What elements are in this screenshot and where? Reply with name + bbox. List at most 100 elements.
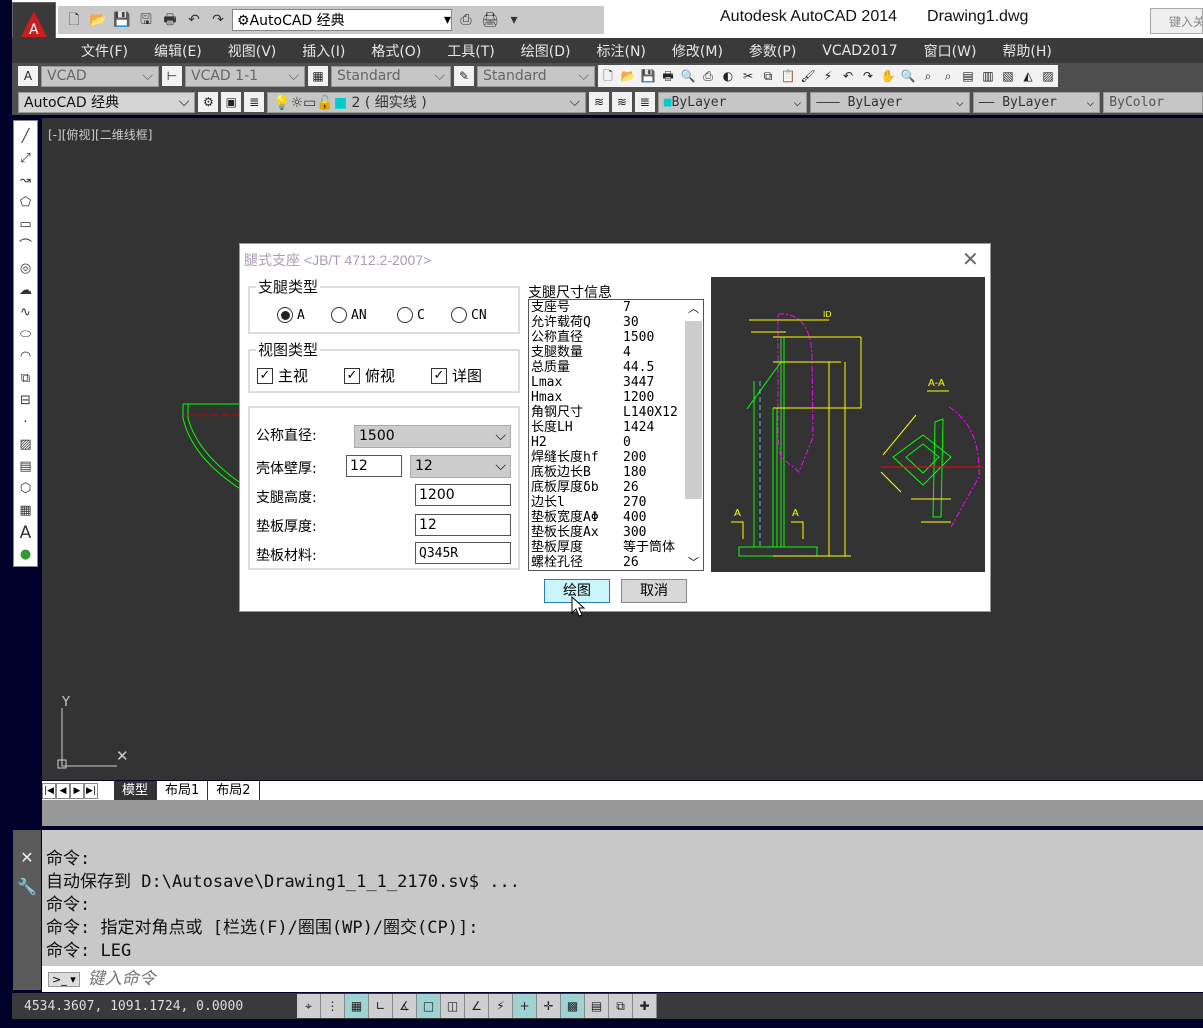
region-icon[interactable]: ⬡ [20, 479, 31, 499]
cut-icon[interactable]: ✂ [738, 66, 758, 86]
snap-mode-icon[interactable]: ⋮ [321, 994, 345, 1018]
checkbox-front-view[interactable]: ✓ 主视 [257, 365, 308, 386]
design-center-icon[interactable]: ▥ [978, 66, 998, 86]
table-style-dropdown[interactable]: Standard ⌵ [331, 65, 451, 87]
new-icon[interactable]: 🗋 [64, 11, 84, 29]
3d-object-snap-icon[interactable]: ◫ [441, 994, 465, 1018]
cancel-button[interactable]: 取消 [621, 579, 687, 603]
polyline-icon[interactable]: ↝ [20, 171, 31, 191]
ortho-mode-icon[interactable]: ∟ [369, 994, 393, 1018]
make-current-layer-icon[interactable]: ≋ [589, 92, 609, 112]
line-icon[interactable]: ╱ [22, 127, 30, 147]
new-icon[interactable]: 🗋 [598, 66, 618, 86]
paste-icon[interactable]: 📋 [778, 66, 798, 86]
menu-edit[interactable]: 编辑(E) [141, 41, 215, 61]
workspace-settings-icon[interactable]: ⚙ [198, 92, 219, 112]
radio-leg-c[interactable]: C [397, 307, 425, 323]
polygon-icon[interactable]: ⬠ [20, 193, 31, 213]
markup-icon[interactable]: ▨ [1038, 66, 1058, 86]
layer-dropdown[interactable]: 💡☼▭🔓■ 2 ( 细实线 ) ⌵ [267, 91, 587, 113]
ellipse-arc-icon[interactable]: ◠ [20, 347, 31, 367]
zoom-previous-icon[interactable]: ⌕ [938, 66, 958, 86]
mleader-style-dropdown[interactable]: Standard ⌵ [477, 65, 595, 87]
menu-view[interactable]: 视图(V) [215, 41, 290, 61]
save-icon[interactable]: 💾 [638, 66, 658, 86]
radio-leg-an[interactable]: AN [331, 307, 367, 323]
table-icon[interactable]: ▦ [19, 501, 31, 521]
layer-icon[interactable]: ≣ [634, 92, 655, 112]
menu-dimension[interactable]: 标注(N) [584, 41, 659, 61]
horizontal-scrollbar[interactable] [42, 800, 1203, 826]
scroll-down-icon[interactable]: ﹀ [684, 554, 703, 570]
layer-previous-icon[interactable]: ≋ [611, 92, 632, 112]
tab-model[interactable]: 模型 [114, 781, 158, 800]
customize-wrench-icon[interactable]: 🔧 [13, 877, 41, 896]
quick-properties-icon[interactable]: ▤ [585, 994, 609, 1018]
polar-tracking-icon[interactable]: ∡ [393, 994, 417, 1018]
plotstyle-dropdown[interactable]: ByColor [1103, 91, 1203, 113]
menu-tools[interactable]: 工具(T) [434, 41, 507, 61]
shell-thickness-input[interactable] [346, 455, 402, 477]
coordinates-readout[interactable]: 4534.3607, 1091.1724, 0.0000 [12, 998, 297, 1014]
plot-icon[interactable]: ⎙ [456, 11, 476, 29]
undo-icon[interactable]: ↶ [838, 66, 858, 86]
radio-leg-a[interactable]: A [277, 307, 305, 323]
tool-palettes-icon[interactable]: ▧ [998, 66, 1018, 86]
dynamic-ucs-icon[interactable]: ⚡ [489, 994, 513, 1018]
ellipse-icon[interactable]: ⬭ [20, 325, 31, 345]
scroll-up-icon[interactable]: ︿ [684, 300, 703, 316]
infer-constraints-icon[interactable]: ⌖ [297, 994, 321, 1018]
first-tab-icon[interactable]: |◀ [42, 782, 56, 799]
menu-format[interactable]: 格式(O) [358, 41, 434, 61]
rectangle-icon[interactable]: ▭ [19, 215, 31, 235]
dynamic-input-icon[interactable]: + [513, 994, 537, 1018]
circle-icon[interactable]: ◎ [20, 259, 31, 279]
menu-draw[interactable]: 绘图(D) [508, 41, 584, 61]
command-input[interactable] [87, 969, 688, 989]
properties-icon[interactable]: ▤ [958, 66, 978, 86]
menu-insert[interactable]: 插入(I) [289, 41, 358, 61]
make-block-icon[interactable]: ⊟ [20, 391, 31, 411]
zoom-window-icon[interactable]: ⌕ [918, 66, 938, 86]
open-icon[interactable]: 📂 [618, 66, 638, 86]
hatch-icon[interactable]: ▨ [19, 435, 31, 455]
zoom-realtime-icon[interactable]: 🔍 [898, 66, 918, 86]
search-input[interactable]: 键入关 [1150, 8, 1203, 34]
transparency-icon[interactable]: ▩ [561, 994, 585, 1018]
layer-manager-icon[interactable]: ≣ [244, 92, 265, 112]
annotation-monitor-icon[interactable]: ✚ [633, 994, 657, 1018]
plot-preview-icon[interactable]: 🔍 [678, 66, 698, 86]
menu-help[interactable]: 帮助(H) [989, 41, 1064, 61]
grid-display-icon[interactable]: ▦ [345, 994, 369, 1018]
object-snap-tracking-icon[interactable]: ∠ [465, 994, 489, 1018]
menu-file[interactable]: 文件(F) [68, 41, 141, 61]
publish-icon[interactable]: ⎙ [698, 66, 718, 86]
checkbox-detail-view[interactable]: ✓ 详图 [431, 365, 482, 386]
arc-icon[interactable]: ⌒ [19, 237, 32, 257]
lock-ui-icon[interactable]: ▣ [221, 92, 242, 112]
linetype-dropdown[interactable]: ——— ByLayer ⌵ [810, 91, 970, 113]
info-list[interactable]: 支座号 7 允许载荷Q 30 公称直径 1500 支腿数量 4 总质量 44.5 Lmax 3447 H… [528, 299, 704, 571]
menu-parametric[interactable]: 参数(P) [736, 41, 809, 61]
workspace-dropdown-2[interactable]: AutoCAD 经典 ⌵ [18, 91, 196, 113]
block-editor-icon[interactable]: ⚡ [818, 66, 838, 86]
checkbox-top-view[interactable]: ✓ 俯视 [344, 365, 395, 386]
undo-icon[interactable]: ↶ [184, 11, 204, 29]
tab-layout2[interactable]: 布局2 [208, 781, 260, 800]
copy-icon[interactable]: ⧉ [758, 66, 778, 86]
pad-material-input[interactable] [415, 542, 511, 564]
radio-leg-cn[interactable]: CN [451, 307, 487, 323]
spline-icon[interactable]: ∿ [20, 303, 31, 323]
close-icon[interactable]: ✕ [962, 247, 979, 271]
selection-cycling-icon[interactable]: ⧉ [609, 994, 633, 1018]
shell-thickness-dropdown[interactable]: 12 ⌵ [410, 455, 511, 478]
customize-qat-icon[interactable]: ▾ [504, 11, 524, 29]
gradient-icon[interactable]: ▤ [19, 457, 31, 477]
dim-style-dropdown[interactable]: VCAD 1-1 ⌵ [185, 65, 305, 87]
last-tab-icon[interactable]: ▶| [84, 782, 98, 799]
command-prompt-icon[interactable]: >_ ▾ [48, 971, 80, 987]
3d-dwf-icon[interactable]: ◐ [718, 66, 738, 86]
pan-icon[interactable]: ✋ [878, 66, 898, 86]
color-dropdown[interactable]: ■ByLayer ⌵ [657, 91, 808, 113]
add-selected-icon[interactable]: ● [20, 545, 31, 565]
